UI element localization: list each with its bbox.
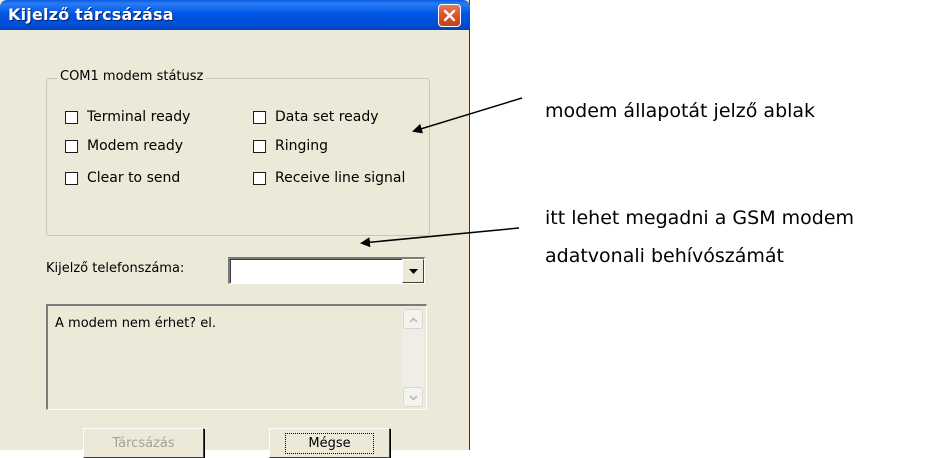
annotation-status-window: modem állapotát jelző ablak [545, 100, 816, 122]
annotation-phone-line1: itt lehet megadni a GSM modem [545, 207, 855, 229]
phone-field-arrow [360, 227, 520, 248]
status-window-arrow [412, 97, 523, 134]
annotation-phone-line2: adatvonali behívószámát [545, 245, 785, 267]
